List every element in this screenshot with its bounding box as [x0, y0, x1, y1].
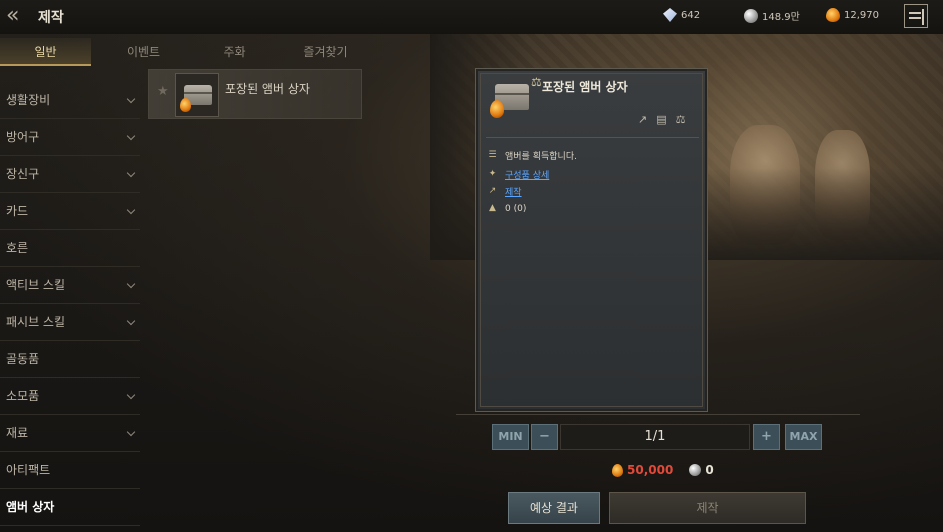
silver-icon [744, 8, 758, 23]
silver-currency: 148.9만 [744, 8, 800, 23]
sidebar-item-label: 골동품 [6, 352, 40, 366]
chevron-down-icon [126, 168, 136, 178]
list-icon: ☰ [488, 150, 497, 160]
amber-gem-icon [180, 98, 191, 112]
amber-amount: 12,970 [844, 9, 879, 21]
item-thumbnail [175, 73, 219, 117]
sidebar: 생활장비 방어구 장신구 카드 호른 액티브 스킬 패시브 스킬 골동품 소모품… [0, 82, 140, 526]
chevron-down-icon [126, 94, 136, 104]
sidebar-item-label: 아티팩트 [6, 463, 51, 477]
craft-button[interactable]: 제작 [609, 492, 806, 524]
chevron-down-icon [126, 131, 136, 141]
item-title: 포장된 앰버 상자 [542, 80, 628, 94]
category-tabs: 일반 이벤트 주화 즐겨찾기 [0, 38, 430, 68]
item-detail-panel: ⚖ 포장된 앰버 상자 ↗ ▤ ⚖ ☰ 앰버를 획득합니다. ✦ 구성품 상세 … [475, 68, 708, 412]
relief-figure [815, 130, 870, 240]
sidebar-item-label: 장신구 [6, 167, 40, 181]
sidebar-item-consumable[interactable]: 소모품 [0, 378, 140, 415]
quantity-input[interactable]: 1/1 [560, 424, 809, 450]
quantity-value: 1/1 [644, 429, 666, 444]
sidebar-item-label: 앰버 상자 [6, 500, 55, 514]
craft-cost: 50,000 0 [612, 463, 714, 477]
sidebar-item-material[interactable]: 재료 [0, 415, 140, 452]
diamond-currency: 642 [663, 8, 700, 22]
scale-icon: ⚖ [531, 75, 542, 89]
item-large-icon: ⚖ [489, 72, 542, 124]
amber-currency: 12,970 [826, 8, 879, 22]
info-weight: ▲ 0 (0) [486, 203, 526, 214]
sidebar-item-amber-box[interactable]: 앰버 상자 [0, 489, 140, 526]
tab-favorites[interactable]: 즐겨찾기 [280, 38, 371, 66]
tab-coin[interactable]: 주화 [189, 38, 280, 66]
chevron-down-icon [126, 316, 136, 326]
divider [486, 137, 699, 138]
silver-amount: 148.9만 [762, 12, 800, 23]
craft-icon: ↗ [488, 186, 497, 196]
chevron-down-icon [126, 390, 136, 400]
panel-actions: ↗ ▤ ⚖ [636, 113, 687, 126]
sidebar-item-label: 재료 [6, 426, 29, 440]
divider [456, 414, 860, 415]
diamond-amount: 642 [681, 9, 701, 21]
relief-figure [730, 125, 800, 245]
sidebar-item-life-gear[interactable]: 생활장비 [0, 82, 140, 119]
sidebar-item-label: 호른 [6, 241, 29, 255]
page-title: 제작 [38, 10, 64, 26]
recipe-list-item[interactable]: ★ 포장된 앰버 상자 [148, 69, 362, 119]
info-description: ☰ 앰버를 획득합니다. [486, 149, 577, 162]
recipe-name: 포장된 앰버 상자 [225, 82, 310, 96]
link-icon[interactable]: ↗ [636, 113, 649, 126]
menu-icon[interactable] [904, 4, 928, 28]
sidebar-item-label: 액티브 스킬 [6, 278, 66, 292]
back-icon[interactable]: « [6, 5, 24, 27]
scale-icon[interactable]: ⚖ [674, 113, 687, 126]
diamond-icon [663, 8, 677, 22]
craft-link[interactable]: 제작 [505, 185, 522, 198]
chevron-down-icon [126, 427, 136, 437]
sidebar-item-label: 카드 [6, 204, 29, 218]
components-link[interactable]: 구성품 상세 [505, 168, 549, 181]
minus-button[interactable]: − [531, 424, 558, 450]
chevron-down-icon [126, 205, 136, 215]
sidebar-item-passive-skill[interactable]: 패시브 스킬 [0, 304, 140, 341]
info-components: ✦ 구성품 상세 [486, 168, 550, 181]
sidebar-item-horn[interactable]: 호른 [0, 230, 140, 267]
plus-button[interactable]: + [753, 424, 780, 450]
preview-result-button[interactable]: 예상 결과 [508, 492, 600, 524]
sidebar-item-label: 소모품 [6, 389, 40, 403]
amber-icon [612, 463, 623, 477]
min-button[interactable]: MIN [492, 424, 529, 450]
silver-icon [689, 464, 702, 476]
amber-gem-icon [490, 100, 504, 118]
max-button[interactable]: MAX [785, 424, 822, 450]
sidebar-item-artifact[interactable]: 아티팩트 [0, 452, 140, 489]
book-icon[interactable]: ▤ [655, 113, 668, 126]
sidebar-item-armor[interactable]: 방어구 [0, 119, 140, 156]
amber-cost: 50,000 [627, 463, 674, 477]
sidebar-item-antique[interactable]: 골동품 [0, 341, 140, 378]
amber-icon [826, 8, 840, 22]
top-bar: « 제작 642 148.9만 12,970 [0, 0, 943, 34]
favorite-star-icon[interactable]: ★ [157, 84, 169, 99]
description-text: 앰버를 획득합니다. [505, 152, 577, 162]
info-craft: ↗ 제작 [486, 185, 522, 198]
weight-text: 0 (0) [505, 203, 527, 214]
weight-icon: ▲ [489, 203, 496, 213]
sidebar-item-active-skill[interactable]: 액티브 스킬 [0, 267, 140, 304]
chevron-down-icon [126, 279, 136, 289]
silver-cost: 0 [705, 463, 714, 477]
sidebar-item-label: 패시브 스킬 [6, 315, 66, 329]
compose-icon: ✦ [488, 169, 497, 179]
sidebar-item-label: 생활장비 [6, 93, 51, 107]
sidebar-item-card[interactable]: 카드 [0, 193, 140, 230]
sidebar-item-label: 방어구 [6, 130, 40, 144]
tab-general[interactable]: 일반 [0, 38, 91, 66]
sidebar-item-accessory[interactable]: 장신구 [0, 156, 140, 193]
tab-event[interactable]: 이벤트 [98, 38, 189, 66]
